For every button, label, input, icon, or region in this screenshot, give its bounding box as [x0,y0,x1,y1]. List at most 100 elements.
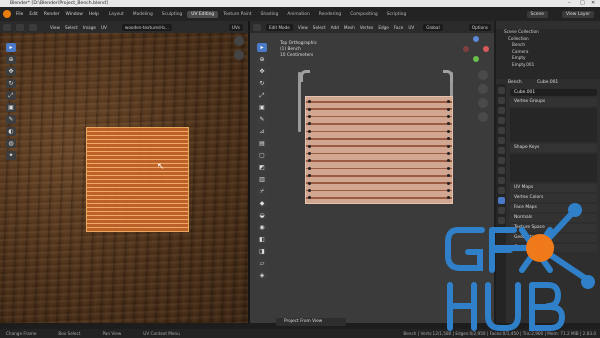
rotate-tool-icon[interactable]: ↻ [6,79,16,88]
mesh-vertex[interactable] [447,122,450,126]
rip-region-tool-icon[interactable]: ◈ [257,271,267,280]
menu-add[interactable]: Add [331,25,339,30]
cursor-tool-icon[interactable]: ⊕ [6,55,16,64]
select-mode-icon[interactable] [29,23,37,31]
shape-keys-list[interactable] [510,154,597,182]
particles-tab-icon[interactable] [497,167,505,174]
last-operator-panel[interactable]: Project From View [276,318,346,326]
world-tab-icon[interactable] [497,137,505,144]
vertex-groups-list[interactable] [510,108,597,142]
move-tool-icon[interactable]: ✥ [6,67,16,76]
mesh-vertex[interactable] [308,196,311,200]
annotate-tool-icon[interactable]: ✎ [257,115,267,124]
tab-animation[interactable]: Animation [283,11,313,18]
mesh-vertex[interactable] [447,174,450,178]
menu-view[interactable]: View [298,25,308,30]
move-tool-icon[interactable]: ✥ [257,67,267,76]
select-box-tool-icon[interactable]: ▸ [257,43,267,52]
transform-tool-icon[interactable]: ▣ [6,103,16,112]
scene-tab-icon[interactable] [497,127,505,134]
uv-menu-view[interactable]: View [50,25,60,30]
uv-sync-icon[interactable] [16,23,24,31]
mesh-vertex[interactable] [308,144,311,148]
tab-modeling[interactable]: Modeling [129,11,157,18]
outliner-item-empty-001[interactable]: Empty.001 [496,62,600,69]
mesh-vertex[interactable] [308,129,311,133]
modifier-tab-icon[interactable] [497,157,505,164]
mesh-vertex[interactable] [308,152,311,155]
bench-mesh[interactable] [305,96,453,204]
menu-help[interactable]: Help [89,12,99,17]
tab-sculpting[interactable]: Sculpting [158,11,187,18]
menu-mesh[interactable]: Mesh [344,25,355,30]
options-dropdown[interactable]: Options [468,23,491,31]
tab-layout[interactable]: Layout [105,11,128,18]
tab-texture-paint[interactable]: Texture Paint [219,11,255,18]
output-tab-icon[interactable] [497,107,505,114]
mesh-vertex[interactable] [447,107,450,111]
mesh-vertex[interactable] [447,159,450,163]
navigation-gizmo[interactable] [463,36,489,62]
zoom-icon[interactable] [478,70,488,80]
object-tab-icon[interactable] [497,147,505,154]
menu-file[interactable]: File [16,12,23,17]
loop-cut-tool-icon[interactable]: ▥ [257,175,267,184]
mesh-vertex[interactable] [447,115,450,118]
knife-tool-icon[interactable]: ⌿ [257,187,267,196]
transform-tool-icon[interactable]: ▣ [257,103,267,112]
poly-build-tool-icon[interactable]: ◆ [257,199,267,208]
tab-rendering[interactable]: Rendering [315,11,345,18]
mesh-vertex[interactable] [447,181,450,185]
tab-shading[interactable]: Shading [257,11,283,18]
mesh-datablock-field[interactable]: Cube.001 [510,89,597,96]
tool-tab-icon[interactable] [497,87,505,94]
menu-select[interactable]: Select [313,25,326,30]
edge-slide-tool-icon[interactable]: ◧ [257,235,267,244]
shear-tool-icon[interactable]: ▱ [257,259,267,268]
mesh-vertex[interactable] [447,144,450,148]
grab-tool-icon[interactable]: ◐ [6,127,16,136]
gizmo-y-icon[interactable] [473,36,479,42]
menu-render[interactable]: Render [44,12,60,17]
mesh-vertex[interactable] [308,107,311,111]
mesh-vertex[interactable] [308,159,311,163]
shrink-fatten-tool-icon[interactable]: ◨ [257,247,267,256]
gizmo-neg-x-icon[interactable] [463,46,469,52]
uv-menu-select[interactable]: Select [65,25,78,30]
mesh-vertex[interactable] [447,129,450,133]
blender-logo-icon[interactable] [3,10,11,18]
rotate-tool-icon[interactable]: ↻ [257,79,267,88]
camera-view-icon[interactable] [478,98,488,108]
uv-image-viewport[interactable]: ↖ [0,33,248,323]
panel-shape-keys[interactable]: Shape Keys [510,144,597,152]
menu-face[interactable]: Face [394,25,403,30]
scale-tool-icon[interactable]: ⤢ [257,91,267,100]
measure-tool-icon[interactable]: ⊿ [257,127,267,136]
menu-uv[interactable]: UV [408,25,414,30]
pan-icon[interactable] [478,84,488,94]
mode-selector[interactable]: Edit Mode [266,23,293,31]
transform-orientation[interactable]: Global [423,23,443,31]
inset-tool-icon[interactable]: ▢ [257,151,267,160]
mesh-vertex[interactable] [447,166,450,170]
physics-tab-icon[interactable] [497,177,505,184]
mesh-vertex[interactable] [447,100,450,104]
smooth-tool-icon[interactable]: ◉ [257,223,267,232]
extrude-tool-icon[interactable]: ▤ [257,139,267,148]
relax-tool-icon[interactable]: ◍ [6,139,16,148]
perspective-toggle-icon[interactable] [478,112,488,122]
uv-menu-image[interactable]: Image [83,25,96,30]
uv-island[interactable] [86,127,189,232]
menu-edit[interactable]: Edit [29,12,38,17]
minimize-icon[interactable]: – [568,0,571,7]
mesh-vertex[interactable] [447,152,450,155]
view-layer-selector[interactable]: View Layer [561,10,594,18]
editor-type-icon[interactable] [3,23,11,31]
uv-display-mode[interactable]: UVs [228,23,243,31]
gizmo-x-icon[interactable] [483,46,489,52]
menu-edge[interactable]: Edge [378,25,389,30]
menu-vertex[interactable]: Vertex [360,25,373,30]
uv-menu-uv[interactable]: UV [101,25,107,30]
mesh-vertex[interactable] [308,166,311,170]
spin-tool-icon[interactable]: ◒ [257,211,267,220]
